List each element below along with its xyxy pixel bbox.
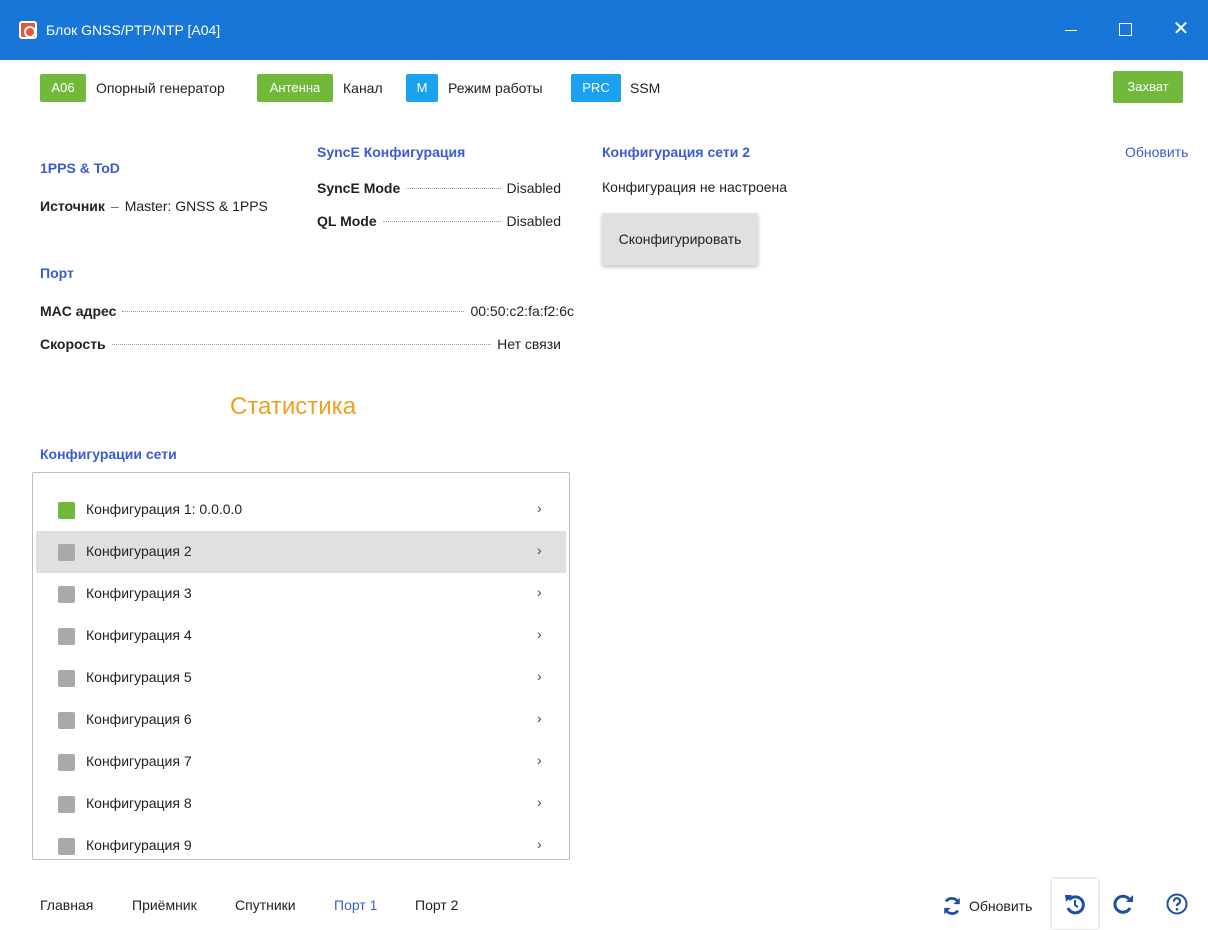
- pps-source-value: Master: GNSS & 1PPS: [124, 198, 268, 214]
- redo-icon: [1113, 894, 1133, 914]
- chevron-right-icon: ›: [537, 710, 542, 726]
- configure-button[interactable]: Сконфигурировать: [602, 213, 758, 265]
- pps-source-key: Источник: [40, 198, 105, 214]
- list-item-label: Конфигурация 1: 0.0.0.0: [86, 501, 243, 517]
- list-item[interactable]: Конфигурация 7 ›: [36, 741, 566, 783]
- list-item[interactable]: Конфигурация 9 ›: [36, 825, 566, 859]
- pps-source-row: Источник – Master: GNSS & 1PPS: [40, 196, 300, 216]
- network-config-list[interactable]: Конфигурация 1: 0.0.0.0 › Конфигурация 2…: [32, 472, 570, 860]
- mac-key: MAC адрес: [40, 303, 117, 319]
- mode-label: Режим работы: [448, 80, 543, 96]
- list-item[interactable]: Конфигурация 5 ›: [36, 657, 566, 699]
- ssm-label: SSM: [630, 80, 661, 96]
- pps-title: 1PPS & ToD: [40, 160, 120, 176]
- oscillator-badge: A06: [40, 74, 86, 102]
- list-item[interactable]: Конфигурация 8 ›: [36, 783, 566, 825]
- redo-button[interactable]: [1100, 879, 1146, 929]
- tab-satellites[interactable]: Спутники: [235, 897, 296, 913]
- history-undo-icon: [1065, 895, 1085, 915]
- status-indicator-icon: [58, 670, 75, 687]
- list-item-label: Конфигурация 5: [86, 669, 192, 685]
- statistics-heading[interactable]: Статистика: [230, 393, 356, 421]
- mac-row: MAC адрес 00:50:c2:fa:f2:6c: [40, 301, 574, 321]
- net-config-2-status: Конфигурация не настроена: [602, 179, 788, 195]
- window-title: Блок GNSS/PTP/NTP [A04]: [46, 22, 221, 38]
- status-indicator-icon: [58, 754, 75, 771]
- chevron-right-icon: ›: [537, 752, 542, 768]
- status-bar: A06 Опорный генератор Антенна Канал M Ре…: [0, 70, 1208, 106]
- status-indicator-icon: [58, 586, 75, 603]
- dots-divider: [406, 187, 501, 189]
- refresh-icon: [944, 897, 960, 915]
- chevron-right-icon: ›: [537, 668, 542, 684]
- ql-mode-key: QL Mode: [317, 213, 377, 229]
- maximize-icon[interactable]: [1110, 14, 1140, 44]
- status-indicator-icon: [58, 712, 75, 729]
- chevron-right-icon: ›: [537, 794, 542, 810]
- synce-mode-row: SyncE Mode Disabled: [317, 178, 561, 198]
- tab-port-2[interactable]: Порт 2: [415, 897, 458, 913]
- antenna-badge: Антенна: [257, 74, 333, 102]
- mac-value: 00:50:c2:fa:f2:6c: [470, 303, 574, 319]
- chevron-right-icon: ›: [537, 584, 542, 600]
- minimize-icon[interactable]: [1056, 14, 1086, 44]
- status-indicator-icon: [58, 628, 75, 645]
- list-item-label: Конфигурация 3: [86, 585, 192, 601]
- mode-badge: M: [406, 74, 438, 102]
- list-item-label: Конфигурация 7: [86, 753, 192, 769]
- refresh-label: Обновить: [969, 898, 1033, 914]
- synce-title: SyncE Конфигурация: [317, 144, 466, 160]
- help-icon: [1166, 893, 1188, 915]
- status-indicator-icon: [58, 502, 75, 519]
- status-indicator-icon: [58, 544, 75, 561]
- speed-value: Нет связи: [497, 336, 561, 352]
- chevron-right-icon: ›: [537, 500, 542, 516]
- list-item-label: Конфигурация 8: [86, 795, 192, 811]
- oscillator-label: Опорный генератор: [96, 80, 225, 96]
- app-logo-icon: [19, 21, 37, 39]
- speed-key: Скорость: [40, 336, 106, 352]
- list-item[interactable]: Конфигурация 6 ›: [36, 699, 566, 741]
- list-item[interactable]: Конфигурация 1: 0.0.0.0 ›: [36, 489, 566, 531]
- capture-button[interactable]: Захват: [1113, 71, 1183, 103]
- dots-divider: [382, 220, 501, 222]
- chevron-right-icon: ›: [537, 542, 542, 558]
- ql-mode-value: Disabled: [506, 213, 561, 229]
- list-item[interactable]: Конфигурация 4 ›: [36, 615, 566, 657]
- net-config-2-title: Конфигурация сети 2: [602, 144, 750, 160]
- ql-mode-row: QL Mode Disabled: [317, 211, 561, 231]
- list-item[interactable]: Конфигурация 3 ›: [36, 573, 566, 615]
- undo-button[interactable]: [1052, 879, 1098, 929]
- list-item-label: Конфигурация 2: [86, 543, 192, 559]
- synce-mode-value: Disabled: [506, 180, 561, 196]
- list-item-label: Конфигурация 9: [86, 837, 192, 853]
- refresh-button[interactable]: Обновить: [941, 890, 1032, 922]
- ssm-badge: PRC: [571, 74, 621, 102]
- refresh-link[interactable]: Обновить: [1125, 144, 1188, 160]
- port-title: Порт: [40, 265, 74, 281]
- list-item-label: Конфигурация 6: [86, 711, 192, 727]
- status-indicator-icon: [58, 796, 75, 813]
- status-indicator-icon: [58, 838, 75, 855]
- dots-divider: [111, 343, 492, 345]
- help-button[interactable]: [1155, 879, 1199, 929]
- net-list-title: Конфигурации сети: [40, 446, 177, 462]
- chevron-right-icon: ›: [537, 836, 542, 852]
- pps-source-dash: –: [110, 198, 119, 214]
- speed-row: Скорость Нет связи: [40, 334, 561, 354]
- list-item[interactable]: Конфигурация 2 ›: [36, 531, 566, 573]
- dots-divider: [122, 310, 465, 312]
- synce-mode-key: SyncE Mode: [317, 180, 401, 196]
- tab-main[interactable]: Главная: [40, 897, 93, 913]
- tab-receiver[interactable]: Приёмник: [132, 897, 197, 913]
- chevron-right-icon: ›: [537, 626, 542, 642]
- channel-label: Канал: [343, 80, 383, 96]
- close-icon[interactable]: ✕: [1166, 14, 1196, 44]
- title-bar: Блок GNSS/PTP/NTP [A04] ✕: [0, 0, 1208, 60]
- tab-port-1[interactable]: Порт 1: [334, 897, 377, 913]
- list-item-label: Конфигурация 4: [86, 627, 192, 643]
